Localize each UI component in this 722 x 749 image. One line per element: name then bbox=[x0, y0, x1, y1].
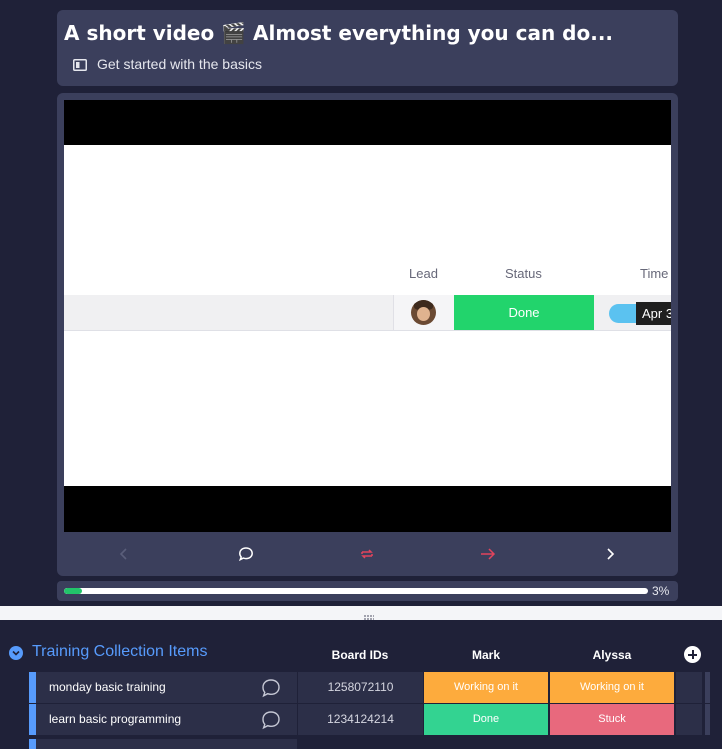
repeat-icon[interactable] bbox=[355, 542, 379, 566]
row-group-stripe bbox=[29, 704, 36, 735]
progress-fill bbox=[64, 588, 82, 594]
player-controls bbox=[57, 534, 678, 574]
status-cell-alyssa[interactable]: Working on it bbox=[550, 672, 674, 703]
item-name: learn basic programming bbox=[49, 712, 182, 726]
item-name: monday basic training bbox=[49, 680, 166, 694]
chevron-right-icon[interactable] bbox=[598, 542, 622, 566]
video-lead-cell bbox=[393, 295, 455, 330]
table-row[interactable]: monday basic training 1258072110 Working… bbox=[29, 672, 710, 703]
chevron-left-icon[interactable] bbox=[112, 542, 136, 566]
video-screen[interactable]: Lead Status Time Done Apr 3 bbox=[64, 100, 671, 532]
progress-percent: 3% bbox=[652, 584, 670, 598]
status-cell-mark[interactable]: Working on it bbox=[424, 672, 548, 703]
grip-icon bbox=[364, 609, 375, 620]
column-header-alyssa[interactable]: Alyssa bbox=[550, 648, 674, 662]
video-col-lead: Lead bbox=[409, 266, 438, 281]
scrollbar[interactable] bbox=[705, 704, 710, 735]
row-group-stripe bbox=[29, 739, 36, 749]
video-player: Lead Status Time Done Apr 3 bbox=[57, 93, 678, 576]
board-id-cell[interactable]: 1258072110 bbox=[298, 672, 423, 703]
lesson-subtitle: Get started with the basics bbox=[97, 56, 262, 72]
column-header-mark[interactable]: Mark bbox=[424, 648, 548, 662]
row-group-stripe bbox=[29, 672, 36, 703]
add-column-icon[interactable] bbox=[684, 646, 701, 663]
table-row[interactable] bbox=[29, 739, 710, 749]
item-name-cell[interactable]: learn basic programming bbox=[36, 704, 297, 735]
row-end-cell bbox=[676, 672, 702, 703]
video-board-row: Done Apr 3 bbox=[64, 295, 671, 331]
status-cell-alyssa[interactable]: Stuck bbox=[550, 704, 674, 735]
panel-resize-handle[interactable] bbox=[0, 606, 722, 620]
avatar bbox=[411, 300, 436, 325]
row-end-cell bbox=[676, 704, 702, 735]
item-name-cell[interactable]: monday basic training bbox=[36, 672, 297, 703]
column-header-board-ids[interactable]: Board IDs bbox=[297, 648, 423, 662]
progress-track bbox=[64, 588, 648, 594]
scrollbar[interactable] bbox=[705, 672, 710, 703]
lesson-header: A short video 🎬 Almost everything you ca… bbox=[57, 10, 678, 86]
arrow-right-icon[interactable] bbox=[476, 542, 500, 566]
video-frame: Lead Status Time Done Apr 3 bbox=[64, 145, 671, 486]
group-title[interactable]: Training Collection Items bbox=[32, 643, 207, 661]
status-cell-mark[interactable]: Done bbox=[424, 704, 548, 735]
video-col-timeline: Time bbox=[640, 266, 669, 281]
item-name-cell[interactable] bbox=[36, 739, 297, 749]
table-row[interactable]: learn basic programming 1234124214 Done … bbox=[29, 704, 710, 735]
video-status-done: Done bbox=[454, 295, 594, 330]
comment-icon[interactable] bbox=[260, 677, 282, 699]
lesson-panel: A short video 🎬 Almost everything you ca… bbox=[0, 0, 722, 606]
layout-icon bbox=[73, 58, 87, 71]
video-timeline-tooltip: Apr 3 bbox=[636, 302, 671, 325]
comment-icon[interactable] bbox=[260, 709, 282, 731]
chevron-down-icon[interactable] bbox=[9, 646, 23, 660]
video-col-status: Status bbox=[505, 266, 542, 281]
board-view: Training Collection Items Board IDs Mark… bbox=[0, 620, 722, 749]
lesson-subtitle-row[interactable]: Get started with the basics bbox=[73, 56, 262, 72]
course-progress: 3% bbox=[57, 581, 678, 601]
comment-icon[interactable] bbox=[234, 542, 258, 566]
board-id-cell[interactable]: 1234124214 bbox=[298, 704, 423, 735]
lesson-title: A short video 🎬 Almost everything you ca… bbox=[64, 21, 614, 45]
